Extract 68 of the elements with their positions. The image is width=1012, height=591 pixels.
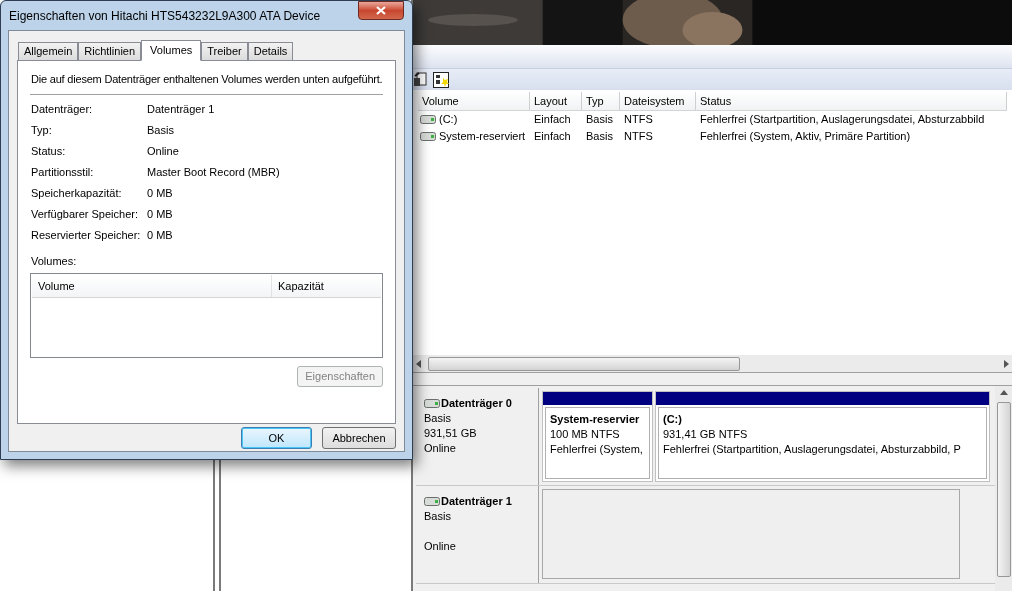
disk-status: Online [424, 539, 457, 554]
property-label: Typ: [31, 122, 53, 138]
table-cell-text: (C:) [439, 112, 458, 128]
table-cell-text: Fehlerfrei (System, Aktiv, Primäre Partition) [700, 129, 911, 145]
window-title: Eigenschaften von Hitachi HTS543232L9A300 ATA Device [8, 8, 321, 25]
disk-name: Datenträger 0 [441, 396, 512, 411]
scrollbar-thumb[interactable] [428, 356, 740, 371]
table-cell-text: System-reserviert [439, 129, 526, 145]
partition-block[interactable]: (C:) 931,41 GB NTFS Fehlerfrei (Startpartition, Auslagerungsdatei, Absturzabbild, P [655, 391, 990, 482]
partition-block[interactable]: System-reservier 100 MB NTFS Fehlerfrei (System, [542, 391, 653, 482]
tab[interactable]: Allgemein [18, 42, 79, 60]
disk-status: Online [424, 441, 457, 456]
property-label: Speicherkapazität: [31, 185, 123, 201]
partition-status: Fehlerfrei (Startpartition, Auslagerungsdatei, Absturzabbild, P [663, 442, 962, 457]
table-cell-text: Basis [586, 112, 613, 128]
table-cell-text: Einfach [534, 129, 571, 145]
table-cell-text: Basis [586, 129, 613, 145]
column-header[interactable]: Layout [530, 92, 582, 110]
property-value: Basis [147, 122, 174, 138]
scrollbar-thumb[interactable] [996, 402, 1011, 577]
table-cell-text: Fehlerfrei (Startpartition, Auslagerungsdatei, Absturzabbild [700, 112, 985, 128]
property-label: Partitionsstil: [31, 164, 95, 180]
property-label: Reservierter Speicher: [31, 227, 142, 243]
dialog-button[interactable]: Abbrechen [322, 427, 396, 449]
property-value: Datenträger 1 [147, 101, 215, 117]
intro-text: Die auf diesem Datenträger enthaltenen Volumes werden unten aufgeführt. [30, 72, 383, 87]
drive-icon [424, 399, 440, 408]
scroll-up-icon [999, 390, 1008, 395]
tab[interactable]: Richtlinien [78, 42, 142, 60]
tab[interactable]: Volumes [141, 40, 202, 61]
table-cell-text: NTFS [624, 129, 653, 145]
tab[interactable]: Treiber [201, 42, 248, 60]
column-header[interactable]: Typ [582, 92, 620, 110]
column-header[interactable]: Volume [418, 92, 530, 110]
partition-name: (C:) [663, 412, 683, 427]
property-label: Status: [31, 143, 67, 159]
property-value: 0 MB [147, 206, 173, 222]
disk-name: Datenträger 1 [441, 494, 512, 509]
drive-icon [424, 497, 440, 506]
close-button[interactable] [358, 1, 404, 20]
close-icon [376, 6, 386, 15]
drive-icon [420, 132, 436, 141]
partition-size: 931,41 GB NTFS [663, 427, 749, 442]
partition-status: Fehlerfrei (System, [550, 442, 644, 457]
property-label: Datenträger: [31, 101, 94, 117]
disk-type: Basis [424, 509, 452, 524]
column-header[interactable]: Kapazität [272, 275, 381, 297]
column-header[interactable]: Volume [32, 275, 272, 297]
scroll-left-icon [416, 359, 421, 368]
column-header[interactable]: Dateisystem [620, 92, 696, 110]
tab[interactable]: Details [247, 42, 294, 60]
disk-type: Basis [424, 411, 452, 426]
table-cell-text: NTFS [624, 112, 653, 128]
volumes-label: Volumes: [30, 253, 78, 269]
property-label: Verfügbarer Speicher: [31, 206, 139, 222]
scroll-right-icon [1004, 359, 1009, 368]
column-header[interactable]: Status [696, 92, 1007, 110]
property-value: 0 MB [147, 227, 173, 243]
table-cell-text: Einfach [534, 112, 571, 128]
dialog-button[interactable]: OK [241, 427, 312, 449]
property-value: 0 MB [147, 185, 173, 201]
partition-name: System-reservier [550, 412, 641, 427]
disk-size: 931,51 GB [424, 426, 478, 441]
property-value: Online [147, 143, 179, 159]
property-value: Master Boot Record (MBR) [147, 164, 280, 180]
properties-icon[interactable] [414, 72, 427, 87]
partition-size: 100 MB NTFS [550, 427, 621, 442]
drive-icon [420, 115, 436, 124]
